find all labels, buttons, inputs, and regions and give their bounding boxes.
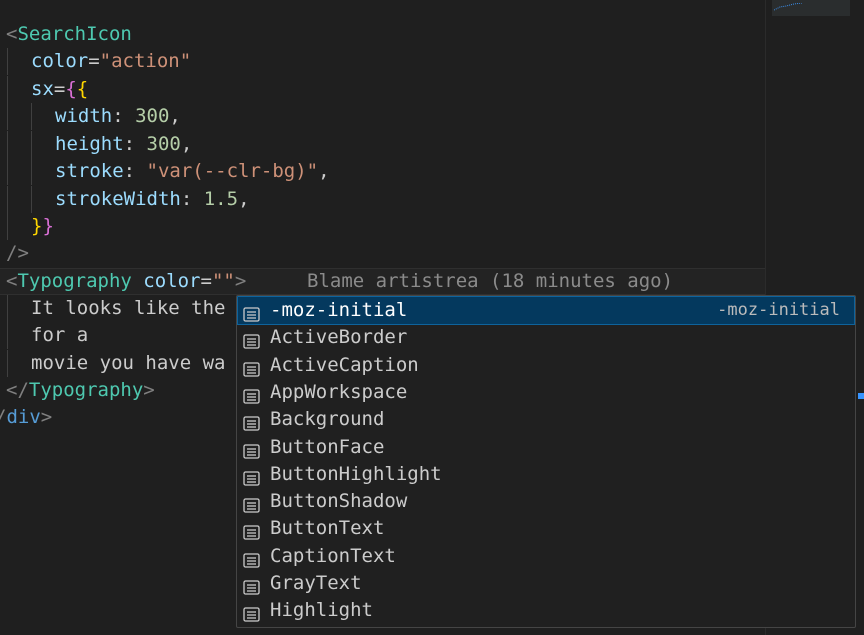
suggestion-item[interactable]: Background — [238, 406, 854, 433]
git-blame-annotation: Blame artistrea (18 minutes ago) — [307, 270, 674, 292]
code-line: height: 300, — [55, 133, 193, 155]
suggestion-item[interactable]: CaptionText — [238, 543, 854, 570]
suggestion-label: ActiveBorder — [270, 326, 408, 349]
suggestion-label: ButtonShadow — [270, 490, 408, 513]
indent-guide — [7, 350, 8, 377]
suggestion-item[interactable]: ButtonShadow — [238, 488, 854, 515]
enum-value-icon — [243, 603, 260, 622]
code-line: movie you have wa — [31, 352, 226, 374]
enum-value-icon — [243, 412, 260, 431]
code-line: color="action" — [31, 50, 192, 72]
minimap-marker — [858, 393, 864, 399]
enum-value-icon — [243, 303, 260, 322]
code-line: </Typography> — [6, 379, 155, 401]
code-line: It looks like the — [31, 297, 226, 319]
indent-guide — [7, 322, 8, 349]
code-line: strokeWidth: 1.5, — [55, 188, 250, 210]
suggestion-item[interactable]: Highlight — [238, 597, 854, 624]
suggestion-detail: -moz-initial — [717, 300, 840, 320]
suggestion-label: Background — [270, 408, 385, 431]
suggestion-item[interactable]: ActiveBorder — [238, 324, 854, 351]
enum-value-icon — [243, 576, 260, 595]
indent-guide — [7, 213, 8, 240]
code-line: sx={{ — [31, 78, 89, 100]
indent-guide — [7, 186, 8, 213]
code-line: stroke: "var(--clr-bg)", — [55, 160, 330, 182]
indent-guide — [7, 158, 8, 185]
code-line: /div> — [0, 406, 53, 428]
suggestion-label: ButtonHighlight — [270, 462, 442, 485]
indent-guide — [7, 131, 8, 158]
suggestion-label: CaptionText — [270, 544, 396, 567]
suggestion-item[interactable]: ButtonText — [238, 515, 854, 542]
enum-value-icon — [243, 467, 260, 486]
suggestion-item[interactable]: ButtonHighlight — [238, 461, 854, 488]
indent-guide — [31, 131, 32, 158]
code-line: /> — [6, 242, 29, 264]
enum-value-icon — [243, 549, 260, 568]
indent-guide — [7, 48, 8, 75]
enum-value-icon — [243, 330, 260, 349]
suggestion-label: ButtonFace — [270, 435, 385, 458]
enum-value-icon — [243, 494, 260, 513]
suggestion-label: ActiveCaption — [270, 353, 419, 376]
enum-value-icon — [243, 521, 260, 541]
enum-value-icon — [243, 358, 260, 377]
code-line: <Typography color=""> — [6, 270, 247, 292]
suggestion-item[interactable]: AppWorkspace — [238, 379, 854, 406]
suggestion-item[interactable]: ActiveCaption — [238, 352, 854, 379]
suggestion-item[interactable]: ButtonFace — [238, 434, 854, 461]
enum-value-icon — [243, 385, 260, 404]
code-line: for a — [31, 324, 89, 346]
indent-guide — [31, 158, 32, 185]
minimap-code-preview — [774, 3, 803, 11]
suggestion-label: AppWorkspace — [270, 380, 408, 403]
suggestion-label: Highlight — [270, 599, 373, 622]
indent-guide — [31, 103, 32, 130]
indent-guide — [7, 76, 8, 103]
suggestion-item[interactable]: GrayText — [238, 570, 854, 597]
suggestion-widget[interactable]: -moz-initial -moz-initial ActiveBorder Acti… — [236, 295, 856, 628]
code-line: width: 300, — [55, 105, 181, 127]
indent-guide — [7, 103, 8, 130]
code-line: <SearchIcon — [6, 23, 132, 45]
suggestion-label: -moz-initial — [270, 299, 408, 321]
indent-guide — [7, 295, 8, 322]
suggestion-item[interactable]: -moz-initial -moz-initial — [237, 296, 855, 325]
indent-guide — [31, 186, 32, 213]
code-line: }} — [31, 215, 54, 237]
suggestion-label: ButtonText — [270, 517, 385, 540]
suggestion-label: GrayText — [270, 572, 362, 594]
enum-value-icon — [243, 440, 260, 459]
